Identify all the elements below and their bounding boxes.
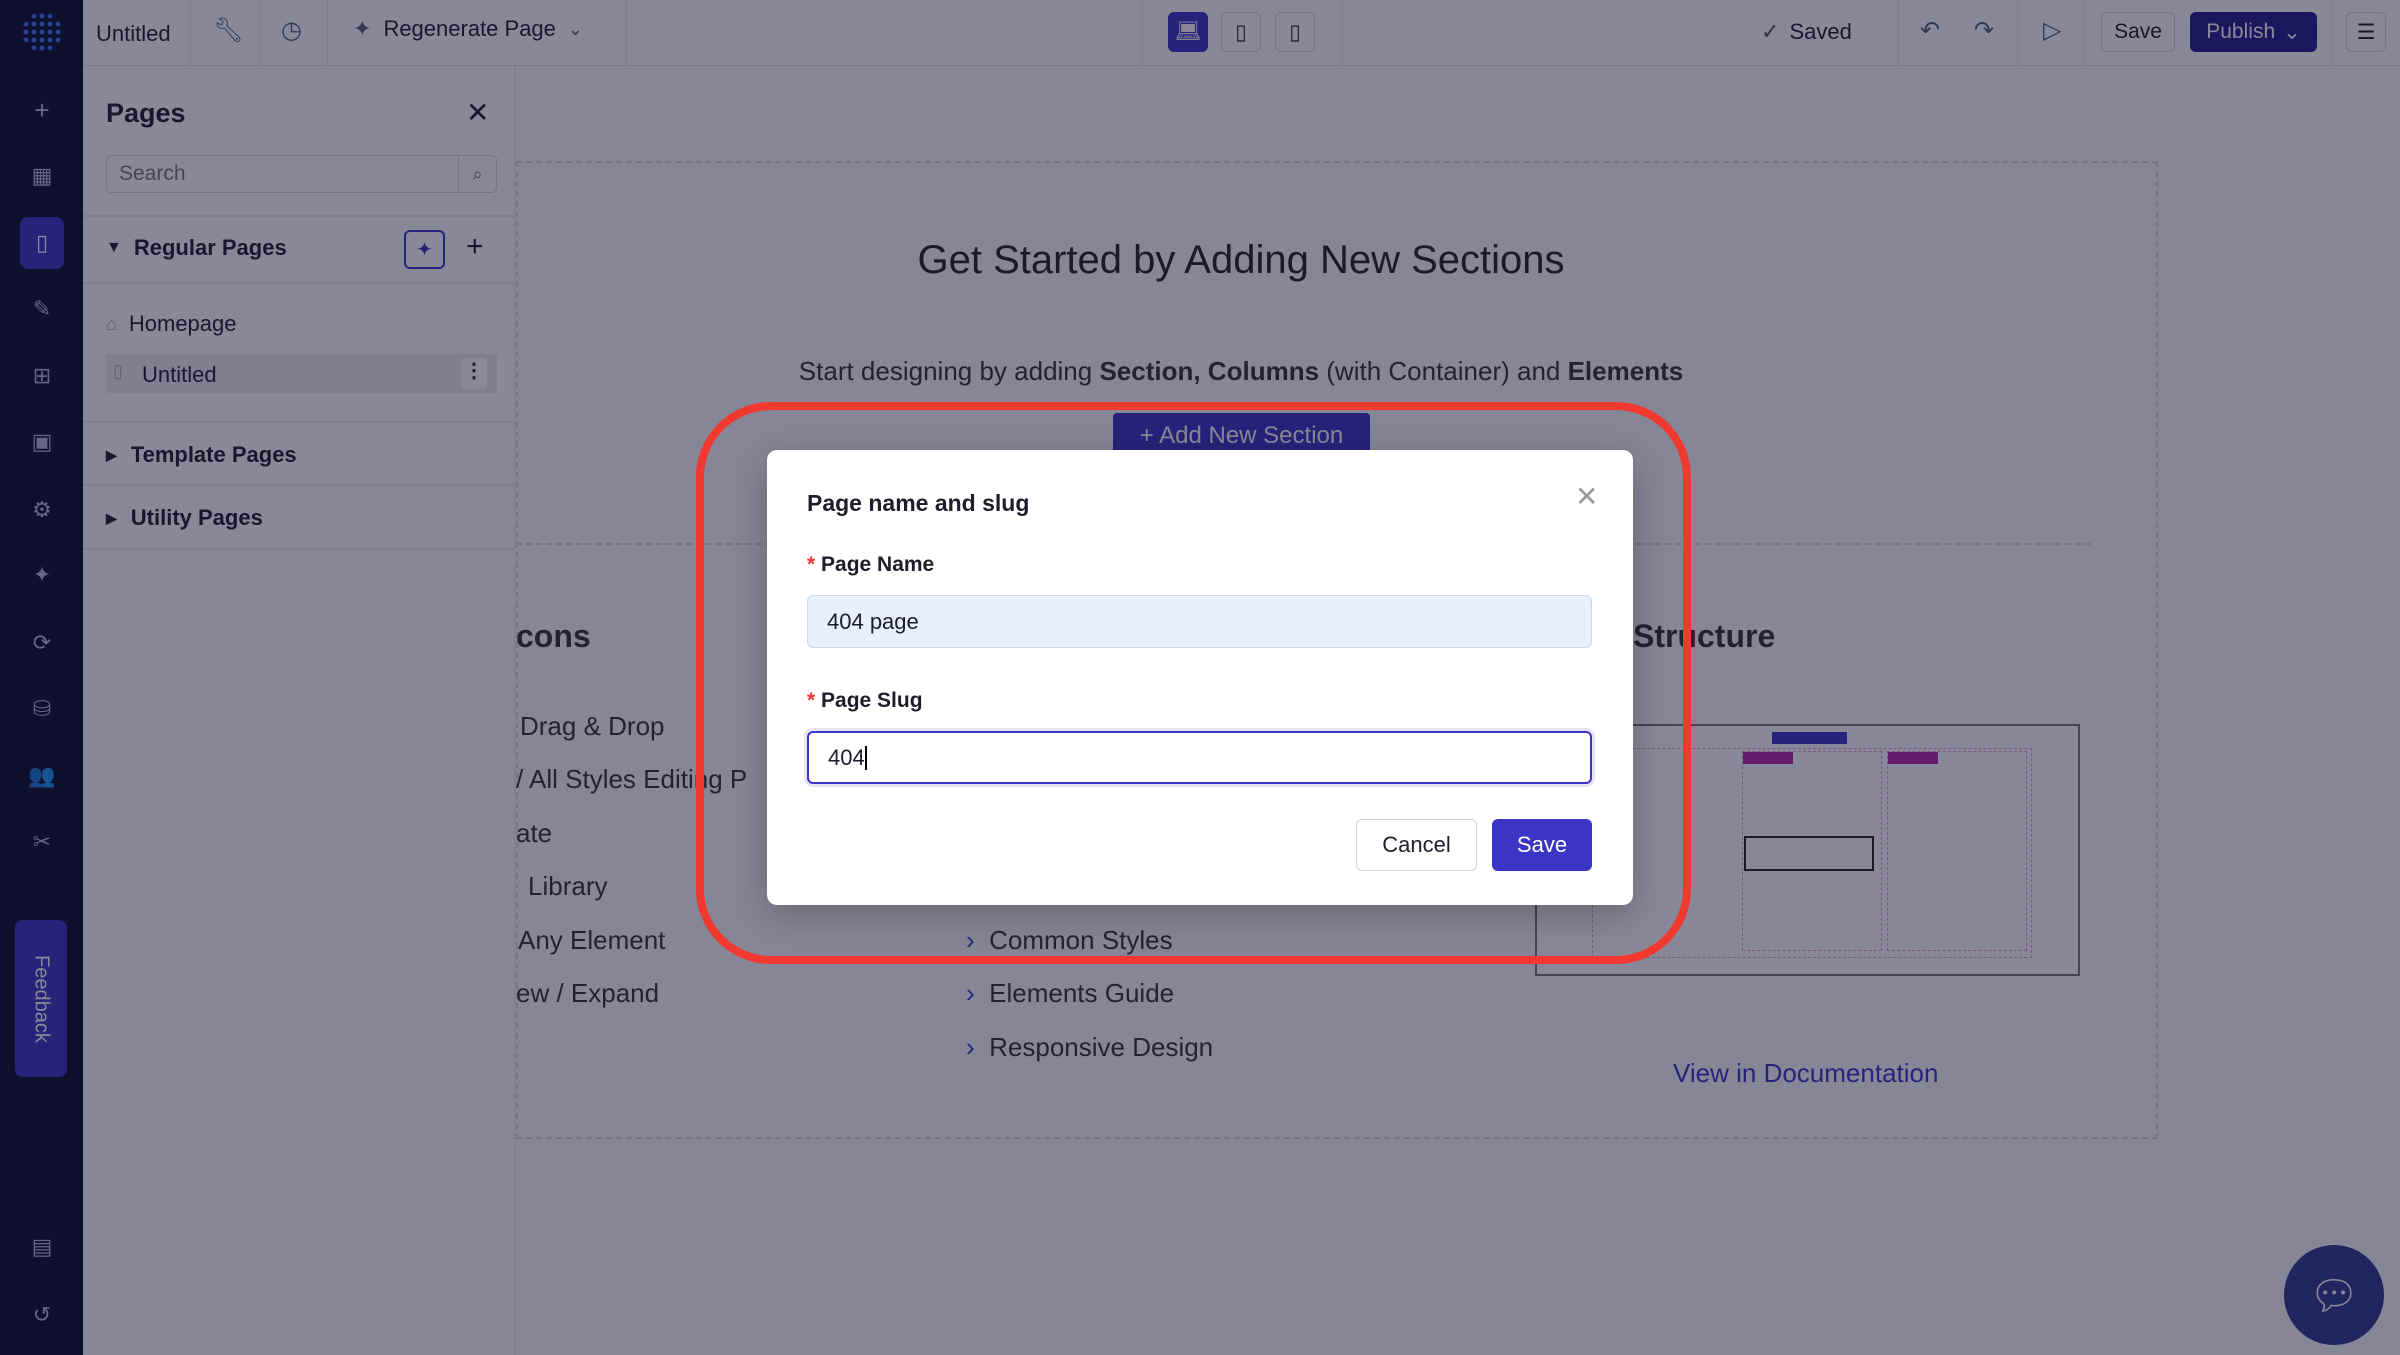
page-name-label: * Page Name: [807, 553, 935, 576]
page-slug-input[interactable]: 404: [807, 731, 1592, 784]
close-icon[interactable]: ✕: [1575, 480, 1598, 513]
save-dialog-button[interactable]: Save: [1492, 819, 1592, 871]
cancel-button[interactable]: Cancel: [1356, 819, 1477, 871]
page-name-slug-dialog: Page name and slug ✕ * Page Name 404 pag…: [767, 450, 1633, 905]
page-slug-label: * Page Slug: [807, 689, 923, 712]
dialog-title: Page name and slug: [807, 490, 1030, 516]
page-name-input[interactable]: 404 page: [807, 595, 1592, 648]
